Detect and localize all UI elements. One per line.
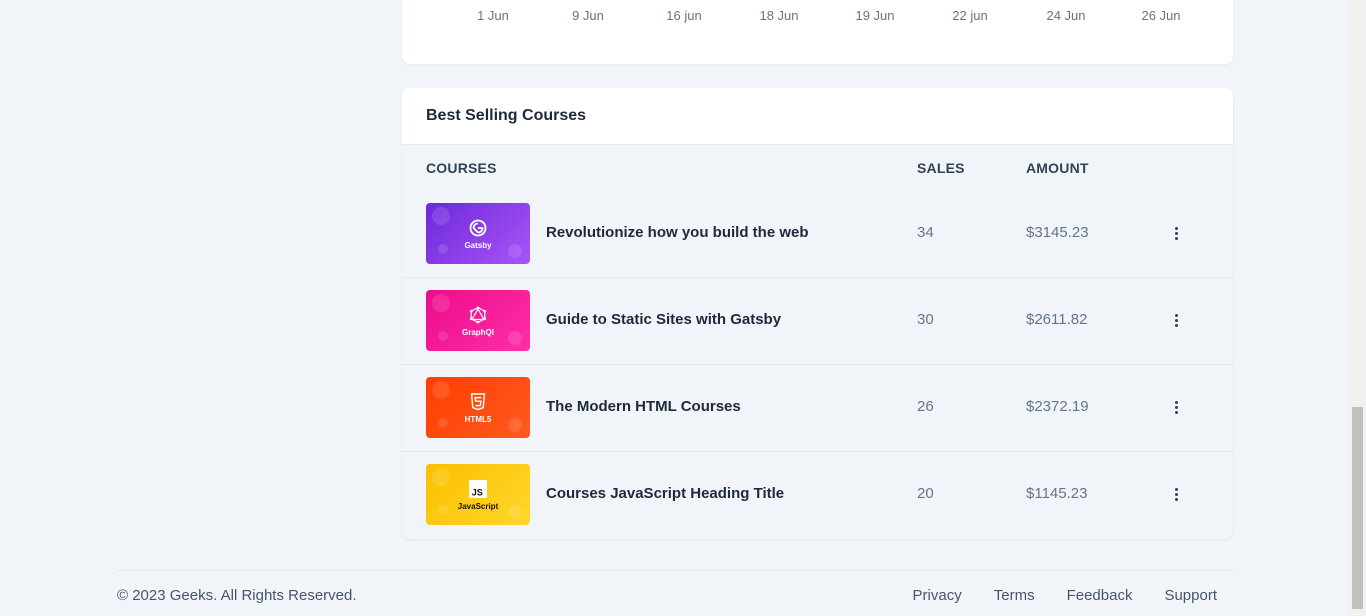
course-thumbnail[interactable]: GraphQl (426, 290, 530, 351)
column-header-amount: AMOUNT (1026, 160, 1089, 176)
more-options-icon[interactable] (1166, 221, 1186, 245)
footer-nav: Privacy Terms Feedback Support (913, 587, 1217, 604)
column-header-courses: COURSES (426, 160, 497, 176)
table-header: COURSES SALES AMOUNT (402, 145, 1233, 191)
more-options-icon[interactable] (1166, 482, 1186, 506)
sales-value: 20 (917, 485, 934, 502)
table-row: Gatsby Revolutionize how you build the w… (402, 191, 1233, 278)
column-header-sales: SALES (917, 160, 965, 176)
course-title-link[interactable]: Guide to Static Sites with Gatsby (546, 311, 781, 328)
sales-value: 30 (917, 311, 934, 328)
graphql-icon (468, 305, 488, 325)
course-title-link[interactable]: Revolutionize how you build the web (546, 224, 809, 241)
table-row: GraphQl Guide to Static Sites with Gatsb… (402, 278, 1233, 365)
amount-value: $2372.19 (1026, 398, 1089, 415)
more-options-icon[interactable] (1166, 395, 1186, 419)
x-tick-label: 18 Jun (759, 8, 799, 23)
footer: © 2023 Geeks. All Rights Reserved. Priva… (117, 570, 1233, 616)
amount-value: $1145.23 (1026, 485, 1088, 502)
scrollbar-thumb[interactable] (1352, 407, 1363, 609)
earnings-chart-card: 1 Jun 9 Jun 16 jun 18 Jun 19 Jun 22 jun … (402, 0, 1233, 64)
course-thumbnail[interactable]: JS JavaScript (426, 464, 530, 525)
course-title-link[interactable]: The Modern HTML Courses (546, 398, 741, 415)
chart-x-axis: 1 Jun 9 Jun 16 jun 18 Jun 19 Jun 22 jun … (402, 8, 1233, 28)
footer-link-feedback[interactable]: Feedback (1067, 587, 1133, 604)
copyright-text: © 2023 Geeks. All Rights Reserved. (117, 587, 357, 604)
course-title-link[interactable]: Courses JavaScript Heading Title (546, 485, 784, 502)
course-thumbnail[interactable]: Gatsby (426, 203, 530, 264)
table-row: JS JavaScript Courses JavaScript Heading… (402, 452, 1233, 539)
table-row: HTML5 The Modern HTML Courses 26 $2372.1… (402, 365, 1233, 452)
thumbnail-label: GraphQl (461, 327, 494, 337)
sales-value: 26 (917, 398, 934, 415)
javascript-icon: JS (468, 479, 488, 499)
card-header: Best Selling Courses (402, 88, 1233, 145)
page: 1 Jun 9 Jun 16 jun 18 Jun 19 Jun 22 jun … (0, 0, 1366, 616)
thumbnail-label: HTML5 (464, 414, 492, 424)
best-selling-courses-card: Best Selling Courses COURSES SALES AMOUN… (402, 88, 1233, 539)
x-tick-label: 16 jun (666, 8, 702, 23)
html5-icon (468, 392, 488, 412)
card-title: Best Selling Courses (426, 107, 587, 124)
x-tick-label: 26 Jun (1141, 8, 1181, 23)
gatsby-icon (468, 218, 488, 238)
x-tick-label: 22 jun (952, 8, 988, 23)
amount-value: $2611.82 (1026, 311, 1088, 328)
footer-link-support[interactable]: Support (1164, 587, 1217, 604)
x-tick-label: 9 Jun (572, 8, 604, 23)
amount-value: $3145.23 (1026, 224, 1089, 241)
footer-link-privacy[interactable]: Privacy (913, 587, 962, 604)
footer-link-terms[interactable]: Terms (994, 587, 1035, 604)
vertical-scrollbar[interactable] (1349, 0, 1366, 616)
x-tick-label: 19 Jun (855, 8, 895, 23)
svg-text:JS: JS (472, 487, 483, 497)
thumbnail-label: Gatsby (464, 240, 492, 250)
course-thumbnail[interactable]: HTML5 (426, 377, 530, 438)
sales-value: 34 (917, 224, 934, 241)
more-options-icon[interactable] (1166, 308, 1186, 332)
x-tick-label: 24 Jun (1046, 8, 1086, 23)
thumbnail-label: JavaScript (457, 501, 499, 511)
x-tick-label: 1 Jun (477, 8, 509, 23)
